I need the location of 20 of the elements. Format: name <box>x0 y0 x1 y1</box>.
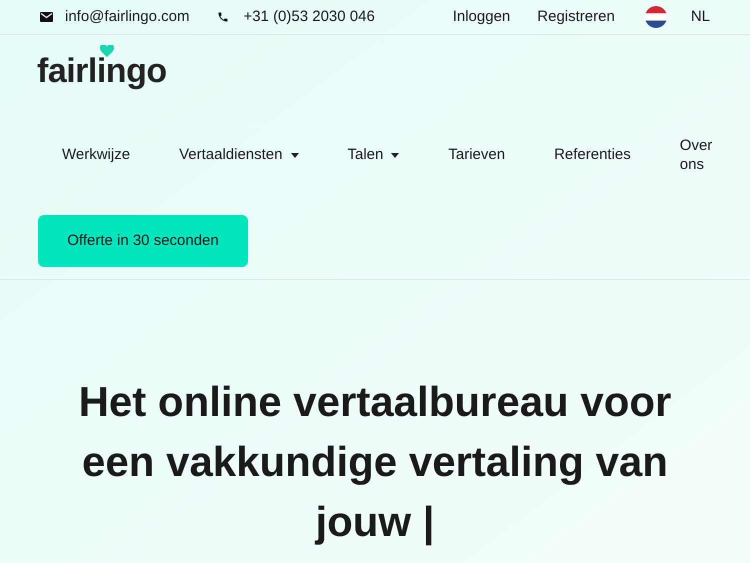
headline: Het online vertaalbureau voor een vakkundige vertaling van jouw | <box>78 377 672 548</box>
phone-number[interactable]: +31 (0)53 2030 046 <box>243 6 375 28</box>
nav-link[interactable]: Tarieven <box>448 144 506 166</box>
nav-link[interactable]: Vertaaldiensten <box>179 144 298 166</box>
account-link[interactable]: Inloggen <box>452 6 510 28</box>
quote-button[interactable]: Offerte in 30 seconden <box>38 215 248 267</box>
phone-icon <box>217 11 230 23</box>
caret-icon <box>391 152 400 158</box>
nav-link[interactable]: Over ons <box>680 136 720 174</box>
logo[interactable]: fairlingo <box>37 45 167 91</box>
heart-icon <box>100 45 114 57</box>
nav-link[interactable]: Werkwijze <box>62 144 130 166</box>
caret-icon <box>290 152 298 158</box>
account-link[interactable]: Registreren <box>537 6 615 28</box>
nav-link[interactable]: Talen <box>348 144 400 166</box>
language-label[interactable]: NL <box>690 6 710 28</box>
flag-icon[interactable] <box>644 6 667 28</box>
nav-link[interactable]: Referenties <box>554 144 631 166</box>
email-link[interactable]: info@fairlingo.com <box>65 6 190 28</box>
mail-icon <box>40 12 53 22</box>
